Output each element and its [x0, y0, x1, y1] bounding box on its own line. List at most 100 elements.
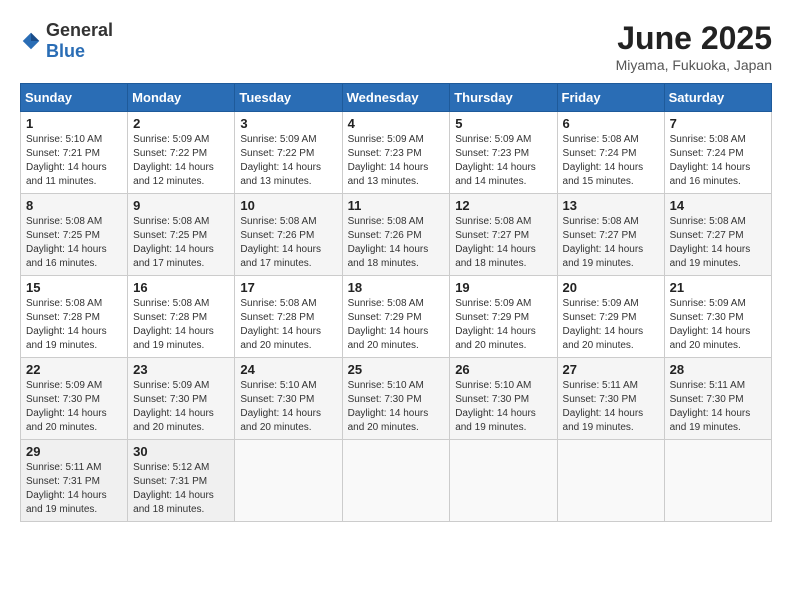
- page-header: General Blue June 2025 Miyama, Fukuoka, …: [20, 20, 772, 73]
- day-number: 16: [133, 280, 229, 295]
- day-number: 6: [563, 116, 659, 131]
- day-info: Sunrise: 5:09 AM Sunset: 7:29 PM Dayligh…: [563, 297, 659, 353]
- day-info: Sunrise: 5:08 AM Sunset: 7:27 PM Dayligh…: [670, 215, 766, 271]
- day-info: Sunrise: 5:10 AM Sunset: 7:30 PM Dayligh…: [240, 379, 336, 435]
- day-number: 5: [455, 116, 551, 131]
- day-number: 14: [670, 198, 766, 213]
- day-info: Sunrise: 5:11 AM Sunset: 7:31 PM Dayligh…: [26, 461, 122, 517]
- logo-icon: [20, 30, 42, 52]
- calendar-day-cell: [450, 440, 557, 522]
- calendar-day-cell: 6 Sunrise: 5:08 AM Sunset: 7:24 PM Dayli…: [557, 112, 664, 194]
- calendar-day-cell: 28 Sunrise: 5:11 AM Sunset: 7:30 PM Dayl…: [664, 358, 771, 440]
- calendar-day-cell: 8 Sunrise: 5:08 AM Sunset: 7:25 PM Dayli…: [21, 194, 128, 276]
- calendar-day-cell: 15 Sunrise: 5:08 AM Sunset: 7:28 PM Dayl…: [21, 276, 128, 358]
- day-info: Sunrise: 5:08 AM Sunset: 7:27 PM Dayligh…: [563, 215, 659, 271]
- title-block: June 2025 Miyama, Fukuoka, Japan: [616, 20, 772, 73]
- calendar-day-cell: 11 Sunrise: 5:08 AM Sunset: 7:26 PM Dayl…: [342, 194, 450, 276]
- calendar-day-cell: [342, 440, 450, 522]
- day-number: 27: [563, 362, 659, 377]
- calendar-day-cell: 4 Sunrise: 5:09 AM Sunset: 7:23 PM Dayli…: [342, 112, 450, 194]
- day-info: Sunrise: 5:09 AM Sunset: 7:30 PM Dayligh…: [670, 297, 766, 353]
- calendar-week-5: 29 Sunrise: 5:11 AM Sunset: 7:31 PM Dayl…: [21, 440, 772, 522]
- day-number: 20: [563, 280, 659, 295]
- day-info: Sunrise: 5:08 AM Sunset: 7:28 PM Dayligh…: [133, 297, 229, 353]
- day-info: Sunrise: 5:08 AM Sunset: 7:28 PM Dayligh…: [240, 297, 336, 353]
- day-number: 26: [455, 362, 551, 377]
- calendar-table: Sunday Monday Tuesday Wednesday Thursday…: [20, 83, 772, 522]
- logo-blue: Blue: [46, 41, 85, 61]
- day-info: Sunrise: 5:08 AM Sunset: 7:25 PM Dayligh…: [26, 215, 122, 271]
- day-number: 9: [133, 198, 229, 213]
- calendar-day-cell: 18 Sunrise: 5:08 AM Sunset: 7:29 PM Dayl…: [342, 276, 450, 358]
- calendar-day-cell: [664, 440, 771, 522]
- month-title: June 2025: [616, 20, 772, 57]
- calendar-day-cell: 17 Sunrise: 5:08 AM Sunset: 7:28 PM Dayl…: [235, 276, 342, 358]
- day-info: Sunrise: 5:09 AM Sunset: 7:30 PM Dayligh…: [133, 379, 229, 435]
- calendar-day-cell: 21 Sunrise: 5:09 AM Sunset: 7:30 PM Dayl…: [664, 276, 771, 358]
- day-number: 7: [670, 116, 766, 131]
- calendar-day-cell: 12 Sunrise: 5:08 AM Sunset: 7:27 PM Dayl…: [450, 194, 557, 276]
- day-info: Sunrise: 5:10 AM Sunset: 7:30 PM Dayligh…: [455, 379, 551, 435]
- calendar-day-cell: 19 Sunrise: 5:09 AM Sunset: 7:29 PM Dayl…: [450, 276, 557, 358]
- day-info: Sunrise: 5:11 AM Sunset: 7:30 PM Dayligh…: [563, 379, 659, 435]
- col-monday: Monday: [128, 84, 235, 112]
- calendar-day-cell: 1 Sunrise: 5:10 AM Sunset: 7:21 PM Dayli…: [21, 112, 128, 194]
- calendar-day-cell: 3 Sunrise: 5:09 AM Sunset: 7:22 PM Dayli…: [235, 112, 342, 194]
- day-number: 8: [26, 198, 122, 213]
- calendar-day-cell: 27 Sunrise: 5:11 AM Sunset: 7:30 PM Dayl…: [557, 358, 664, 440]
- day-number: 11: [348, 198, 445, 213]
- calendar-day-cell: 22 Sunrise: 5:09 AM Sunset: 7:30 PM Dayl…: [21, 358, 128, 440]
- day-info: Sunrise: 5:08 AM Sunset: 7:26 PM Dayligh…: [348, 215, 445, 271]
- day-info: Sunrise: 5:08 AM Sunset: 7:25 PM Dayligh…: [133, 215, 229, 271]
- day-number: 28: [670, 362, 766, 377]
- day-number: 25: [348, 362, 445, 377]
- calendar-day-cell: 30 Sunrise: 5:12 AM Sunset: 7:31 PM Dayl…: [128, 440, 235, 522]
- calendar-header-row: Sunday Monday Tuesday Wednesday Thursday…: [21, 84, 772, 112]
- col-friday: Friday: [557, 84, 664, 112]
- day-info: Sunrise: 5:09 AM Sunset: 7:23 PM Dayligh…: [455, 133, 551, 189]
- calendar-week-4: 22 Sunrise: 5:09 AM Sunset: 7:30 PM Dayl…: [21, 358, 772, 440]
- day-info: Sunrise: 5:09 AM Sunset: 7:22 PM Dayligh…: [240, 133, 336, 189]
- day-info: Sunrise: 5:08 AM Sunset: 7:27 PM Dayligh…: [455, 215, 551, 271]
- day-info: Sunrise: 5:08 AM Sunset: 7:26 PM Dayligh…: [240, 215, 336, 271]
- calendar-day-cell: 20 Sunrise: 5:09 AM Sunset: 7:29 PM Dayl…: [557, 276, 664, 358]
- day-info: Sunrise: 5:09 AM Sunset: 7:30 PM Dayligh…: [26, 379, 122, 435]
- calendar-day-cell: 29 Sunrise: 5:11 AM Sunset: 7:31 PM Dayl…: [21, 440, 128, 522]
- day-number: 4: [348, 116, 445, 131]
- col-saturday: Saturday: [664, 84, 771, 112]
- day-info: Sunrise: 5:08 AM Sunset: 7:28 PM Dayligh…: [26, 297, 122, 353]
- calendar-day-cell: 2 Sunrise: 5:09 AM Sunset: 7:22 PM Dayli…: [128, 112, 235, 194]
- day-info: Sunrise: 5:08 AM Sunset: 7:24 PM Dayligh…: [670, 133, 766, 189]
- day-info: Sunrise: 5:09 AM Sunset: 7:23 PM Dayligh…: [348, 133, 445, 189]
- day-info: Sunrise: 5:08 AM Sunset: 7:29 PM Dayligh…: [348, 297, 445, 353]
- calendar-day-cell: 26 Sunrise: 5:10 AM Sunset: 7:30 PM Dayl…: [450, 358, 557, 440]
- day-number: 23: [133, 362, 229, 377]
- day-info: Sunrise: 5:10 AM Sunset: 7:30 PM Dayligh…: [348, 379, 445, 435]
- day-number: 19: [455, 280, 551, 295]
- day-number: 13: [563, 198, 659, 213]
- day-number: 1: [26, 116, 122, 131]
- day-info: Sunrise: 5:09 AM Sunset: 7:22 PM Dayligh…: [133, 133, 229, 189]
- logo: General Blue: [20, 20, 113, 62]
- col-thursday: Thursday: [450, 84, 557, 112]
- day-number: 30: [133, 444, 229, 459]
- day-number: 29: [26, 444, 122, 459]
- calendar-day-cell: 9 Sunrise: 5:08 AM Sunset: 7:25 PM Dayli…: [128, 194, 235, 276]
- day-number: 17: [240, 280, 336, 295]
- calendar-day-cell: 10 Sunrise: 5:08 AM Sunset: 7:26 PM Dayl…: [235, 194, 342, 276]
- col-tuesday: Tuesday: [235, 84, 342, 112]
- day-number: 15: [26, 280, 122, 295]
- day-info: Sunrise: 5:09 AM Sunset: 7:29 PM Dayligh…: [455, 297, 551, 353]
- day-number: 22: [26, 362, 122, 377]
- day-number: 21: [670, 280, 766, 295]
- day-info: Sunrise: 5:11 AM Sunset: 7:30 PM Dayligh…: [670, 379, 766, 435]
- day-number: 18: [348, 280, 445, 295]
- calendar-day-cell: 25 Sunrise: 5:10 AM Sunset: 7:30 PM Dayl…: [342, 358, 450, 440]
- col-sunday: Sunday: [21, 84, 128, 112]
- location: Miyama, Fukuoka, Japan: [616, 57, 772, 73]
- day-number: 10: [240, 198, 336, 213]
- day-number: 12: [455, 198, 551, 213]
- calendar-day-cell: 23 Sunrise: 5:09 AM Sunset: 7:30 PM Dayl…: [128, 358, 235, 440]
- day-info: Sunrise: 5:10 AM Sunset: 7:21 PM Dayligh…: [26, 133, 122, 189]
- day-info: Sunrise: 5:08 AM Sunset: 7:24 PM Dayligh…: [563, 133, 659, 189]
